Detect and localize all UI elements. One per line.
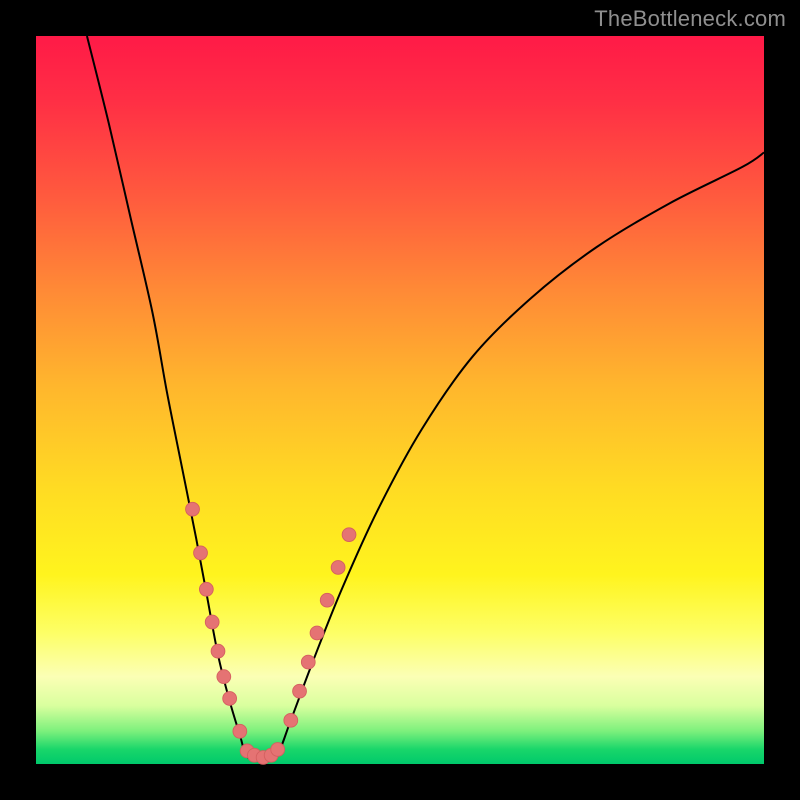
marker-group <box>186 502 356 764</box>
curve-group <box>87 36 764 761</box>
watermark-text: TheBottleneck.com <box>594 6 786 32</box>
data-point-marker <box>342 528 356 542</box>
data-point-marker <box>205 615 219 629</box>
data-point-marker <box>186 502 200 516</box>
outer-frame: TheBottleneck.com <box>0 0 800 800</box>
data-point-marker <box>320 593 334 607</box>
data-point-marker <box>293 684 307 698</box>
data-point-marker <box>194 546 208 560</box>
data-point-marker <box>331 561 345 575</box>
bottleneck-curve <box>87 36 764 761</box>
data-point-marker <box>233 724 247 738</box>
data-point-marker <box>199 582 213 596</box>
data-point-marker <box>301 655 315 669</box>
data-point-marker <box>271 743 285 757</box>
plot-area <box>36 36 764 764</box>
data-point-marker <box>310 626 324 640</box>
data-point-marker <box>217 670 231 684</box>
data-point-marker <box>211 644 225 658</box>
data-point-marker <box>284 713 298 727</box>
chart-svg <box>36 36 764 764</box>
data-point-marker <box>223 692 237 706</box>
